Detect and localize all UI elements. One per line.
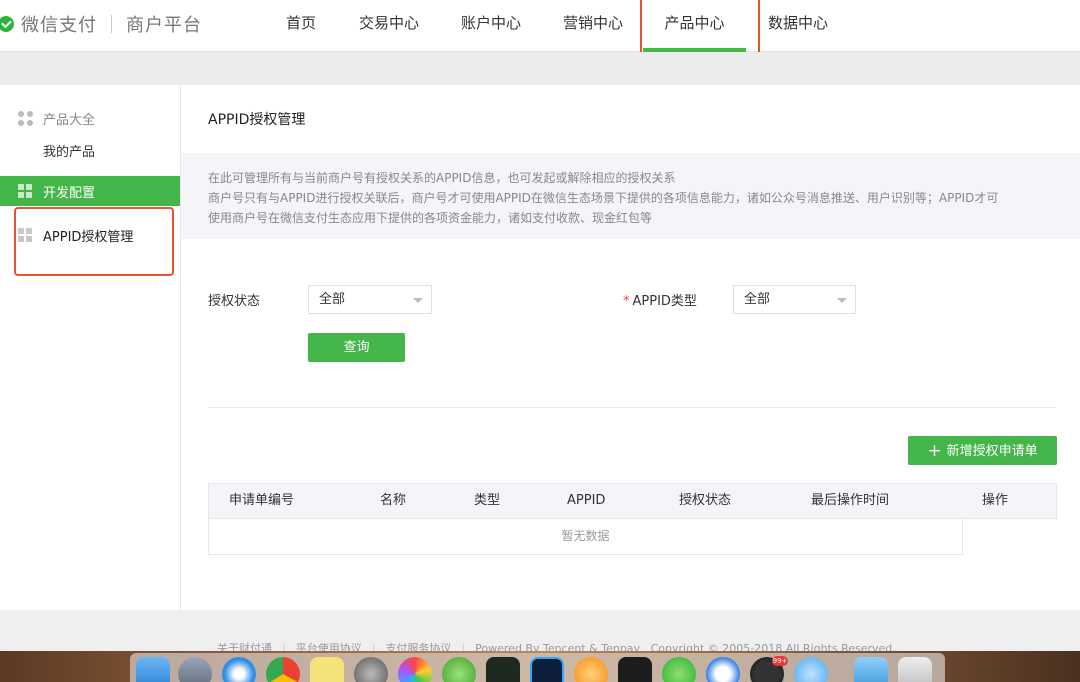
column-header: APPID [567,493,606,508]
chevron-down-icon [837,298,847,303]
chrome-icon[interactable] [266,657,300,682]
auth-status-label: 授权状态 [208,294,261,309]
appid-type-select[interactable]: 全部 [733,285,856,314]
nav-home[interactable]: 首页 [272,0,330,52]
sidebar-group-products[interactable]: 产品大全 [18,109,95,128]
nav-account-center[interactable]: 账户中心 [458,0,524,52]
grid-icon [18,183,33,199]
chevron-down-icon [413,298,423,303]
column-header: 名称 [380,493,407,508]
auth-status-select[interactable]: 全部 [308,285,432,314]
wechat-icon[interactable] [662,657,696,682]
notice-line: 使用商户号在微信支付生态应用下提供的各项资金能力，诸如支付收款、现金红包等 [208,211,653,225]
nav-data-center[interactable]: 数据中心 [765,0,831,52]
macos-dock: 99+ [130,653,945,682]
launchpad-icon[interactable] [178,657,212,682]
finder-icon[interactable] [136,657,170,682]
column-header: 操作 [982,493,1009,508]
nav-trade-center[interactable]: 交易中心 [356,0,422,52]
column-header: 最后操作时间 [811,493,890,508]
column-header: 申请单编号 [229,493,295,508]
notice-line: 商户号只有与APPID进行授权关联后，商户号才可使用APPID在微信生态场景下提… [208,191,999,205]
select-value: 全部 [319,292,346,307]
spring-leaf-icon[interactable] [442,657,476,682]
query-button[interactable]: 查询 [308,333,405,362]
notification-badge: 99+ [772,656,788,666]
brand-divider [111,15,112,33]
system-preferences-icon[interactable] [354,657,388,682]
page-title: APPID授权管理 [208,112,306,128]
brand-name: 微信支付 [21,15,97,36]
sidebar: 产品大全 我的产品 开发配置 APPID授权管理 [0,85,181,610]
select-value: 全部 [744,292,771,307]
required-marker: * [623,294,630,309]
info-notice: 在此可管理所有与当前商户号有授权关系的APPID信息，也可发起或解除相应的授权关… [181,153,1080,239]
cloud-app-icon[interactable] [794,657,828,682]
brand-subtitle: 商户平台 [126,15,202,36]
column-header: 授权状态 [679,493,732,508]
brand-logo[interactable]: 微信支付 商户平台 [0,12,202,36]
photos-icon[interactable] [398,657,432,682]
photoshop-icon[interactable] [530,657,564,682]
sidebar-active-label: 开发配置 [43,185,96,201]
add-button-label: 新增授权申请单 [946,444,1038,459]
folder-icon[interactable] [854,657,888,682]
baidu-netdisk-icon[interactable] [706,657,740,682]
trash-icon[interactable] [898,657,932,682]
sidebar-item-my-products[interactable]: 我的产品 [43,141,95,160]
terminal-icon[interactable] [618,657,652,682]
notes-icon[interactable] [310,657,344,682]
product-dots-icon [18,110,34,127]
plus-icon: + [927,441,942,461]
nav-marketing-center[interactable]: 营销中心 [560,0,626,52]
column-header: 类型 [474,493,501,508]
header-band [0,52,1080,85]
section-divider [208,407,1056,408]
notice-line: 在此可管理所有与当前商户号有授权关系的APPID信息，也可发起或解除相应的授权关… [208,171,676,185]
add-auth-request-button[interactable]: + 新增授权申请单 [908,436,1057,465]
wechat-pay-logo-icon [0,16,14,32]
ibooks-icon[interactable] [574,657,608,682]
appid-type-label: * APPID类型 [623,290,697,309]
table-empty-row: 暂无数据 [208,519,963,555]
activity-monitor-icon[interactable] [486,657,520,682]
auth-table: 申请单编号 名称 类型 APPID 授权状态 最后操作时间 操作 暂无数据 [208,483,1057,555]
sidebar-item-dev-config[interactable]: 开发配置 [0,176,180,206]
safari-icon[interactable] [222,657,256,682]
appid-type-label-text: APPID类型 [632,294,697,309]
table-header: 申请单编号 名称 类型 APPID 授权状态 最后操作时间 操作 [208,483,1057,519]
sidebar-highlight-box [14,207,174,276]
main-content: APPID授权管理 在此可管理所有与当前商户号有授权关系的APPID信息，也可发… [181,85,1080,610]
sidebar-group-label: 产品大全 [43,113,96,128]
top-navigation-bar: 微信支付 商户平台 首页 交易中心 账户中心 营销中心 产品中心 数据中心 [0,0,1080,62]
